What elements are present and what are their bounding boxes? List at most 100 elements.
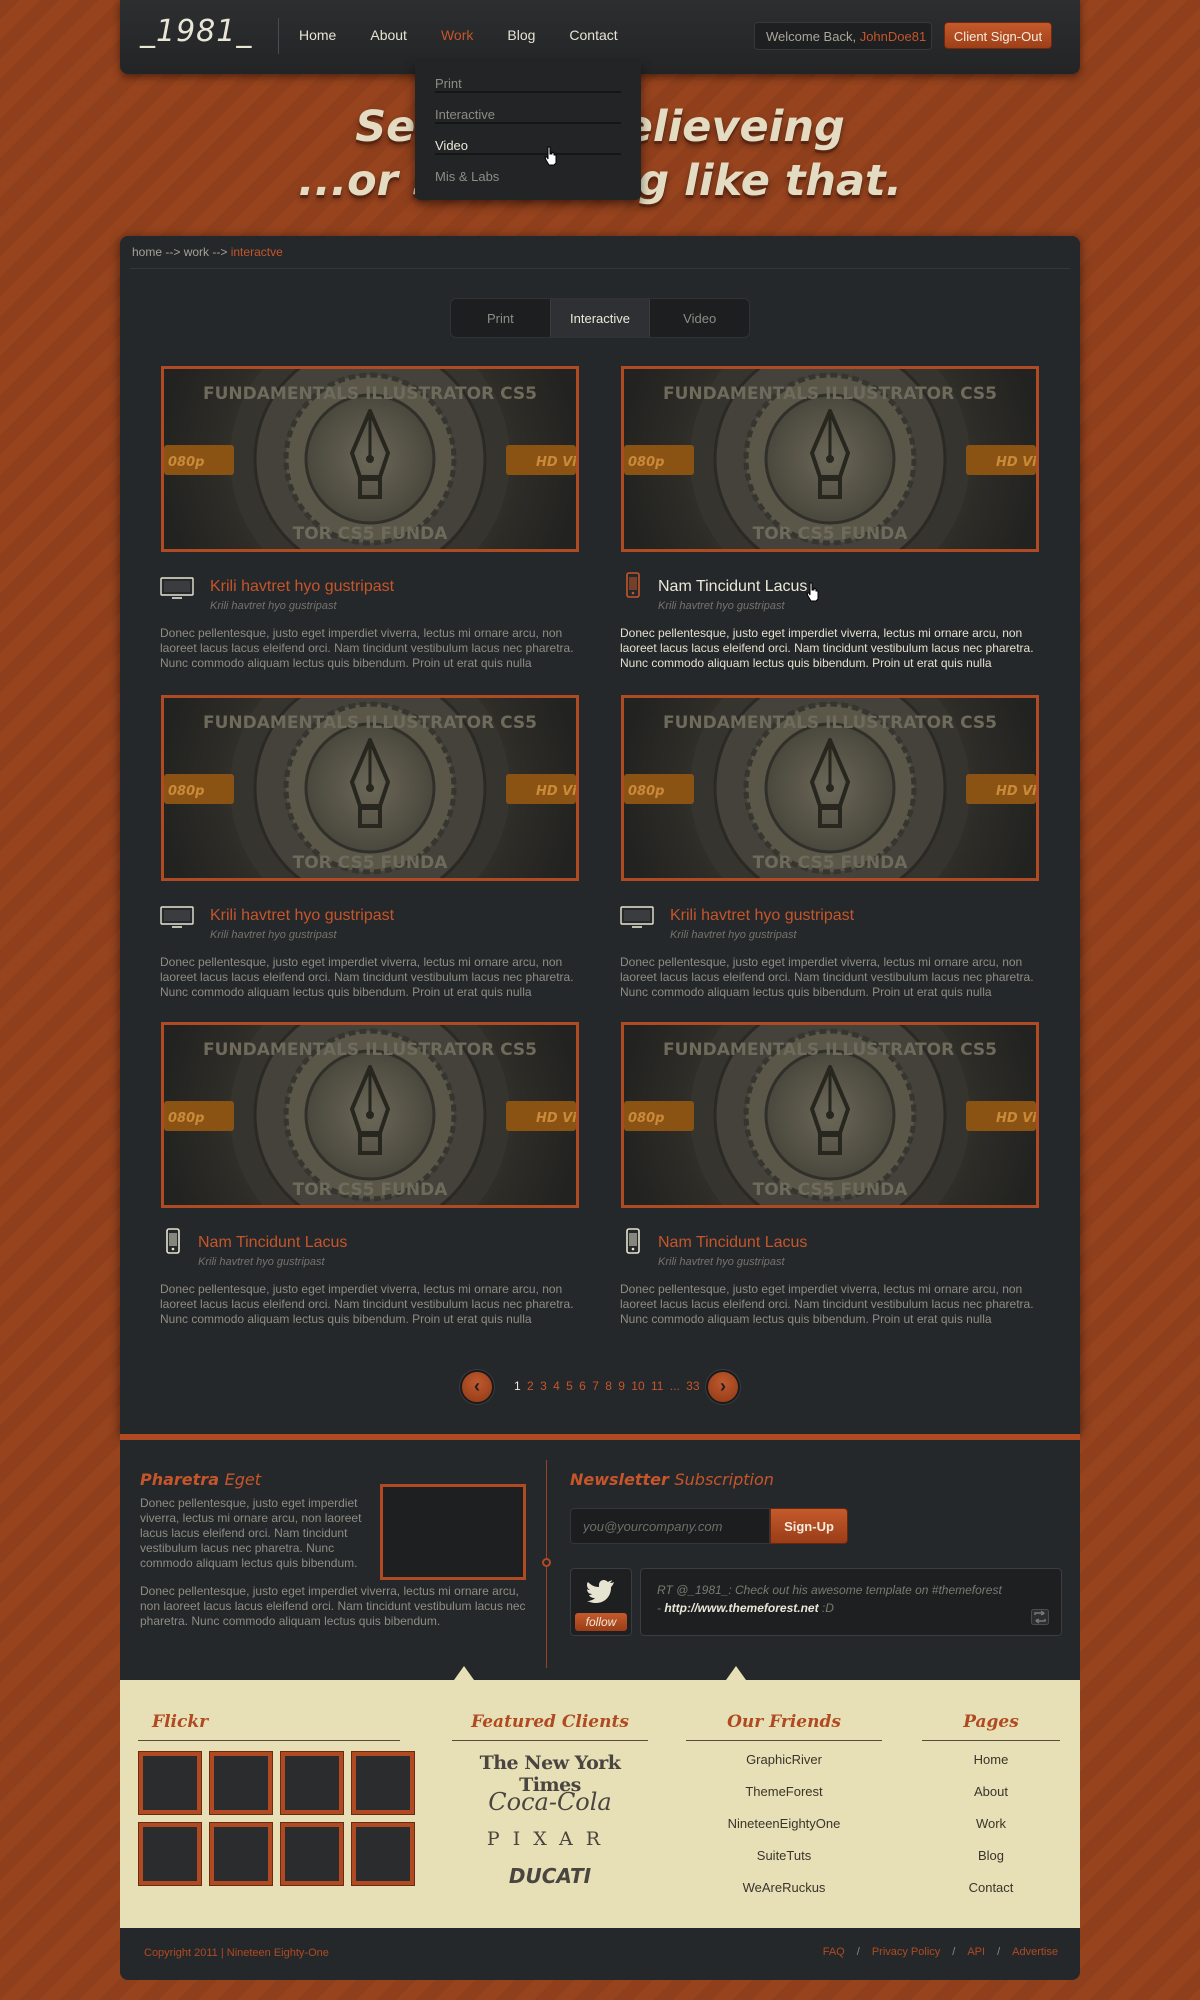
friend-link[interactable]: GraphicRiver [686,1752,882,1784]
friend-link[interactable]: NineteenEightyOne [686,1816,882,1848]
project-thumbnail[interactable]: FUNDAMENTALS ILLUSTRATOR CS5 TOR CS5 FUND… [621,1022,1039,1208]
footer-page-link[interactable]: Home [922,1752,1060,1784]
flickr-thumbnail[interactable] [139,1752,201,1814]
dropdown-item-print[interactable]: Print [435,62,621,93]
dropdown-item-mis-labs[interactable]: Mis & Labs [435,155,621,186]
friend-link[interactable]: SuiteTuts [686,1848,882,1880]
footer-notch [454,1666,474,1680]
page-link[interactable]: 11 [651,1379,663,1393]
client-signout-button[interactable]: Client Sign-Out [944,22,1052,49]
retweet-icon[interactable] [1031,1609,1049,1625]
ring-text-top: FUNDAMENTALS ILLUSTRATOR CS5 [663,1040,997,1060]
tweet-link[interactable]: http://www.themeforest.net [664,1601,818,1615]
page-link[interactable]: 4 [553,1379,560,1393]
project-title[interactable]: Nam Tincidunt Lacus [658,1234,807,1252]
project-thumbnail[interactable]: FUNDAMENTALS ILLUSTRATOR CS5 TOR CS5 FUND… [161,695,579,881]
ring-text-bottom: TOR CS5 FUNDA [293,1180,449,1200]
signup-button[interactable]: Sign-Up [770,1508,848,1544]
privacy-policy-link[interactable]: Privacy Policy [872,1946,940,1958]
pagination: ‹ 1 2 3 4 5 6 7 8 9 10 11 ... 33 › [120,1370,1080,1410]
newsletter-email-input[interactable] [570,1508,770,1544]
flickr-thumbnail[interactable] [281,1823,343,1885]
page-link[interactable]: 3 [540,1379,547,1393]
ribbon-left-text: 080p [168,455,204,470]
ring-text-top: FUNDAMENTALS ILLUSTRATOR CS5 [203,713,537,733]
page-link[interactable]: 6 [579,1379,586,1393]
portfolio-card[interactable]: FUNDAMENTALS ILLUSTRATOR CS5 TOR CS5 FUND… [160,695,580,1005]
page-link[interactable]: 33 [686,1379,699,1393]
friend-link[interactable]: ThemeForest [686,1784,882,1816]
page-link[interactable]: 7 [592,1379,599,1393]
pen-tool-badge-graphic: FUNDAMENTALS ILLUSTRATOR CS5 TOR CS5 FUND… [624,1025,1036,1205]
footer-page-link[interactable]: Blog [922,1848,1060,1880]
dropdown-item-video[interactable]: Video [435,124,621,155]
flickr-thumbnail[interactable] [352,1823,414,1885]
client-ducati-logo[interactable]: DUCATI [452,1864,648,1888]
tweet-suffix: :D [818,1601,834,1615]
ribbon-left-text: 080p [628,784,664,799]
nav-contact[interactable]: Contact [569,27,617,43]
portfolio-card[interactable]: FUNDAMENTALS ILLUSTRATOR CS5 TOR CS5 FUND… [160,366,580,676]
project-thumbnail[interactable]: FUNDAMENTALS ILLUSTRATOR CS5 TOR CS5 FUND… [161,1022,579,1208]
project-thumbnail[interactable]: FUNDAMENTALS ILLUSTRATOR CS5 TOR CS5 FUND… [621,695,1039,881]
portfolio-card[interactable]: FUNDAMENTALS ILLUSTRATOR CS5 TOR CS5 FUND… [620,366,1040,676]
breadcrumb-home[interactable]: home [132,245,162,259]
project-title[interactable]: Nam Tincidunt Lacus [198,1234,347,1252]
project-thumbnail[interactable]: FUNDAMENTALS ILLUSTRATOR CS5 TOR CS5 FUND… [621,366,1039,552]
footer-page-link[interactable]: Work [922,1816,1060,1848]
client-cocacola-logo[interactable]: Coca-Cola [452,1788,648,1816]
nav-blog[interactable]: Blog [507,27,535,43]
project-thumbnail[interactable]: FUNDAMENTALS ILLUSTRATOR CS5 TOR CS5 FUND… [161,366,579,552]
ring-text-top: FUNDAMENTALS ILLUSTRATOR CS5 [203,384,537,404]
project-description: Donec pellentesque, justo eget imperdiet… [160,1282,574,1326]
project-title[interactable]: Krili havtret hyo gustripast [670,907,854,925]
advertise-link[interactable]: Advertise [1012,1946,1058,1958]
main-nav: Home About Work Blog Contact [299,27,652,43]
featured-image-frame[interactable] [380,1484,526,1580]
project-title[interactable]: Krili havtret hyo gustripast [210,907,394,925]
project-title[interactable]: Krili havtret hyo gustripast [210,578,394,596]
project-description: Donec pellentesque, justo eget imperdiet… [620,626,1034,670]
flickr-thumbnail[interactable] [210,1752,272,1814]
page-link[interactable]: 8 [605,1379,612,1393]
twitter-follow-button[interactable]: follow [575,1613,627,1631]
breadcrumb-work[interactable]: work [184,245,209,259]
flickr-thumbnail[interactable] [352,1752,414,1814]
footer-page-link[interactable]: About [922,1784,1060,1816]
footer-page-link[interactable]: Contact [922,1880,1060,1912]
project-title[interactable]: Nam Tincidunt Lacus [658,578,807,596]
phone-icon [626,572,640,598]
page-link[interactable]: 5 [566,1379,573,1393]
flickr-thumbnail[interactable] [139,1823,201,1885]
tab-print[interactable]: Print [451,299,550,337]
next-page-button[interactable]: › [706,1370,740,1404]
project-subtitle: Krili havtret hyo gustripast [658,1256,785,1268]
ribbon-left-text: 080p [168,784,204,799]
nav-home[interactable]: Home [299,27,336,43]
project-description: Donec pellentesque, justo eget imperdiet… [160,626,574,670]
portfolio-card[interactable]: FUNDAMENTALS ILLUSTRATOR CS5 TOR CS5 FUND… [160,1022,580,1332]
prev-page-button[interactable]: ‹ [460,1370,494,1404]
flickr-thumbnail[interactable] [281,1752,343,1814]
page-link[interactable]: 10 [631,1379,644,1393]
page-link[interactable]: 9 [618,1379,625,1393]
faq-link[interactable]: FAQ [823,1946,845,1958]
dropdown-item-interactive[interactable]: Interactive [435,93,621,124]
footer-columns: Flickr Featured Clients The New York Tim… [120,1666,1080,1928]
api-link[interactable]: API [967,1946,985,1958]
nav-about[interactable]: About [370,27,407,43]
site-logo[interactable]: _1981_ [140,14,252,49]
tab-video[interactable]: Video [650,299,749,337]
client-pixar-logo[interactable]: PIXAR [452,1828,648,1850]
ring-text-top: FUNDAMENTALS ILLUSTRATOR CS5 [663,384,997,404]
tab-interactive[interactable]: Interactive [549,299,651,337]
nav-work[interactable]: Work [441,27,473,43]
welcome-username[interactable]: JohnDoe81 [860,29,927,44]
page-link[interactable]: 1 [514,1379,521,1393]
ribbon-right-text: HD Vi [996,1111,1036,1126]
portfolio-card[interactable]: FUNDAMENTALS ILLUSTRATOR CS5 TOR CS5 FUND… [620,695,1040,1005]
flickr-thumbnail[interactable] [210,1823,272,1885]
page-link[interactable]: 2 [527,1379,534,1393]
portfolio-card[interactable]: FUNDAMENTALS ILLUSTRATOR CS5 TOR CS5 FUND… [620,1022,1040,1332]
friend-link[interactable]: WeAreRuckus [686,1880,882,1912]
